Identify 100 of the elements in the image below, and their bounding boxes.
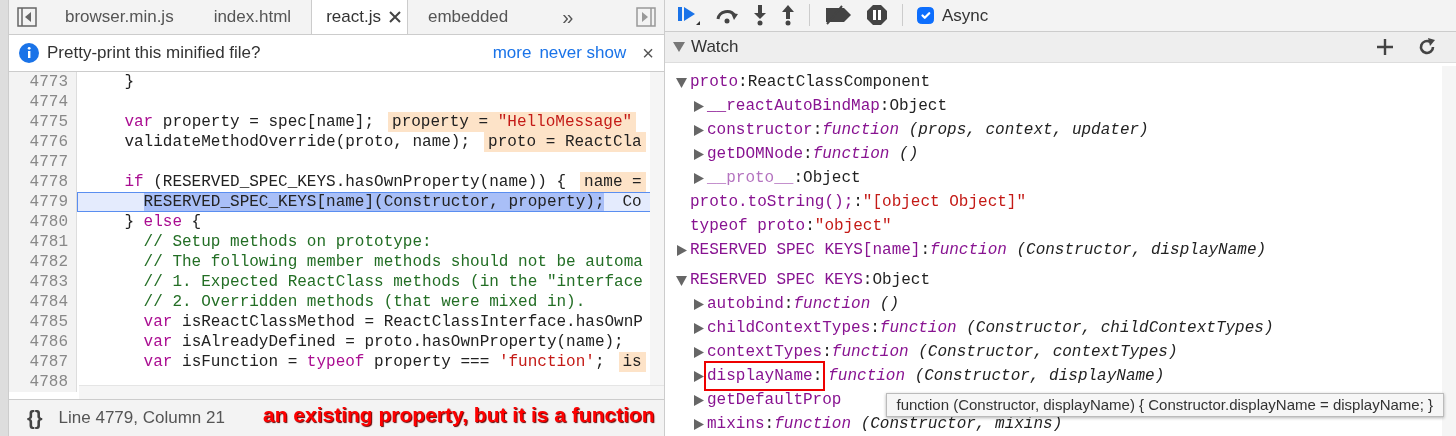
annotation-text: an existing property, but it is a function: [263, 402, 655, 428]
watch-value: "[object Object]": [862, 192, 1027, 213]
inline-value: property = "HelloMessage": [388, 112, 637, 132]
watch-value: function (): [793, 294, 900, 315]
code-line: var isFunction = typeof property === 'function';: [142, 352, 605, 372]
inline-value: name =: [580, 172, 646, 192]
line-number: 4773: [9, 72, 77, 92]
collapse-arrow-icon[interactable]: [673, 42, 685, 52]
refresh-icon[interactable]: [1418, 38, 1436, 56]
expand-arrow-icon[interactable]: [676, 244, 687, 256]
collapse-arrow-icon[interactable]: [676, 274, 687, 286]
code-line: var isReactClassMethod = ReactClassInterface.hasOwnP: [142, 312, 643, 332]
add-icon[interactable]: [1376, 38, 1394, 56]
line-number: 4785: [9, 312, 77, 332]
file-tab[interactable]: react.js: [311, 0, 408, 34]
expand-arrow-icon[interactable]: [693, 370, 704, 382]
step-into-icon[interactable]: [753, 4, 767, 27]
infobar-link[interactable]: more: [492, 40, 532, 66]
infobar-link[interactable]: never show: [539, 40, 627, 66]
inline-value: Co: [621, 192, 643, 212]
file-tab[interactable]: index.html: [193, 0, 312, 34]
line-number: 4786: [9, 332, 77, 352]
line-number: 4788: [9, 372, 77, 392]
watch-value: function (Constructor, displayName): [930, 240, 1267, 261]
watch-entry[interactable]: typeof proto:: [690, 214, 815, 238]
scrollbar[interactable]: [650, 72, 664, 385]
expand-arrow-icon[interactable]: [693, 148, 704, 160]
code-line: validateMethodOverride(proto, name);: [123, 132, 471, 152]
watch-entry[interactable]: getDefaultProp: [707, 388, 842, 412]
sidebar-toggle-icon[interactable]: [636, 7, 656, 27]
deactivate-breakpoints-icon[interactable]: [824, 5, 852, 26]
cursor-position: Line 4779, Column 21: [58, 407, 225, 430]
watch-value: function (Constructor, displayName): [828, 366, 1165, 387]
line-number: 4781: [9, 232, 77, 252]
watch-entry[interactable]: __proto__:: [707, 166, 804, 190]
watch-value: Object: [803, 168, 861, 189]
watch-value: function (Constructor, childContextTypes): [879, 318, 1274, 339]
inline-value: is: [618, 352, 646, 372]
info-icon: [19, 43, 39, 63]
line-number: 4784: [9, 292, 77, 312]
watch-entry[interactable]: proto.toString();:: [690, 190, 863, 214]
watch-value: function (Constructor, mixins): [774, 414, 1063, 435]
expand-arrow-icon[interactable]: [693, 418, 704, 430]
line-number: 4779: [9, 192, 77, 212]
line-number: 4774: [9, 92, 77, 112]
close-button[interactable]: ×: [642, 38, 654, 68]
code-line: }: [123, 72, 134, 92]
watch-entry[interactable]: proto:: [690, 70, 748, 94]
resume-icon[interactable]: [677, 4, 701, 27]
pause-icon[interactable]: [866, 4, 888, 27]
line-number: 4775: [9, 112, 77, 132]
line-number: 4782: [9, 252, 77, 272]
watch-entry[interactable]: mixins:: [707, 412, 775, 436]
code-line: } else {: [123, 212, 202, 232]
scrollbar[interactable]: [1442, 66, 1456, 436]
async-checkbox[interactable]: [917, 7, 934, 24]
code-line: var isAlreadyDefined = proto.hasOwnProperty(name);: [142, 332, 624, 352]
line-number: 4783: [9, 272, 77, 292]
info-message: Pretty-print this minified file?: [47, 42, 262, 65]
expand-arrow-icon[interactable]: [693, 298, 704, 310]
overflow-button[interactable]: »: [542, 0, 594, 34]
watch-entry[interactable]: constructor:: [707, 118, 823, 142]
scrollbar[interactable]: [79, 385, 664, 399]
watch-entry[interactable]: RESERVED SPEC KEYS[name]:: [690, 238, 931, 262]
watch-entry[interactable]: autobind:: [707, 292, 794, 316]
watch-entry[interactable]: RESERVED SPEC KEYS:: [690, 268, 873, 292]
watch-entry[interactable]: childContextTypes:: [707, 316, 880, 340]
line-number: 4776: [9, 132, 77, 152]
expand-arrow-icon[interactable]: [693, 346, 704, 358]
watch-value: Object: [872, 270, 931, 291]
watch-value: "object": [814, 216, 892, 237]
step-out-icon[interactable]: [781, 4, 795, 27]
expand-arrow-icon[interactable]: [693, 100, 704, 112]
watch-entry[interactable]: __reactAutoBindMap:: [707, 94, 890, 118]
inline-value: proto = ReactCla: [484, 132, 646, 152]
watch-entry[interactable]: displayName:: [707, 364, 823, 388]
watch-value: Object: [889, 96, 948, 117]
watch-entry[interactable]: contextTypes:: [707, 340, 832, 364]
sidebar-toggle-icon[interactable]: [17, 7, 37, 27]
code-line: // 2. Overridden methods (that were mixed in).: [142, 292, 586, 312]
line-number: 4780: [9, 212, 77, 232]
file-tab[interactable]: embedded: [407, 0, 529, 34]
expand-arrow-icon[interactable]: [693, 172, 704, 184]
expand-arrow-icon[interactable]: [693, 322, 704, 334]
watch-entry[interactable]: getDOMNode:: [707, 142, 813, 166]
code-line: // The following member methods should not be automa: [142, 252, 643, 272]
watch-value: ReactClassComponent: [747, 72, 931, 93]
expand-arrow-icon[interactable]: [693, 124, 704, 136]
collapse-arrow-icon[interactable]: [676, 76, 687, 88]
code-line: // 1. Expected ReactClass methods (in the "interface: [142, 272, 643, 292]
close-icon[interactable]: [388, 11, 401, 23]
file-tab[interactable]: browser.min.js: [45, 0, 194, 34]
tooltip: function (Constructor, displayName) { Constructor.displayName = displayName; }: [885, 393, 1444, 417]
watch-value: function (Constructor, contextTypes): [831, 342, 1178, 363]
watch-value: function (props, context, updater): [822, 120, 1149, 141]
code-line: // Setup methods on prototype:: [142, 232, 432, 252]
pretty-print-button[interactable]: {}: [27, 403, 43, 433]
code-line: if (RESERVED_SPEC_KEYS.hasOwnProperty(name)) {: [123, 172, 567, 192]
checkbox-label[interactable]: Async: [942, 2, 989, 29]
expand-arrow-icon[interactable]: [693, 394, 704, 406]
